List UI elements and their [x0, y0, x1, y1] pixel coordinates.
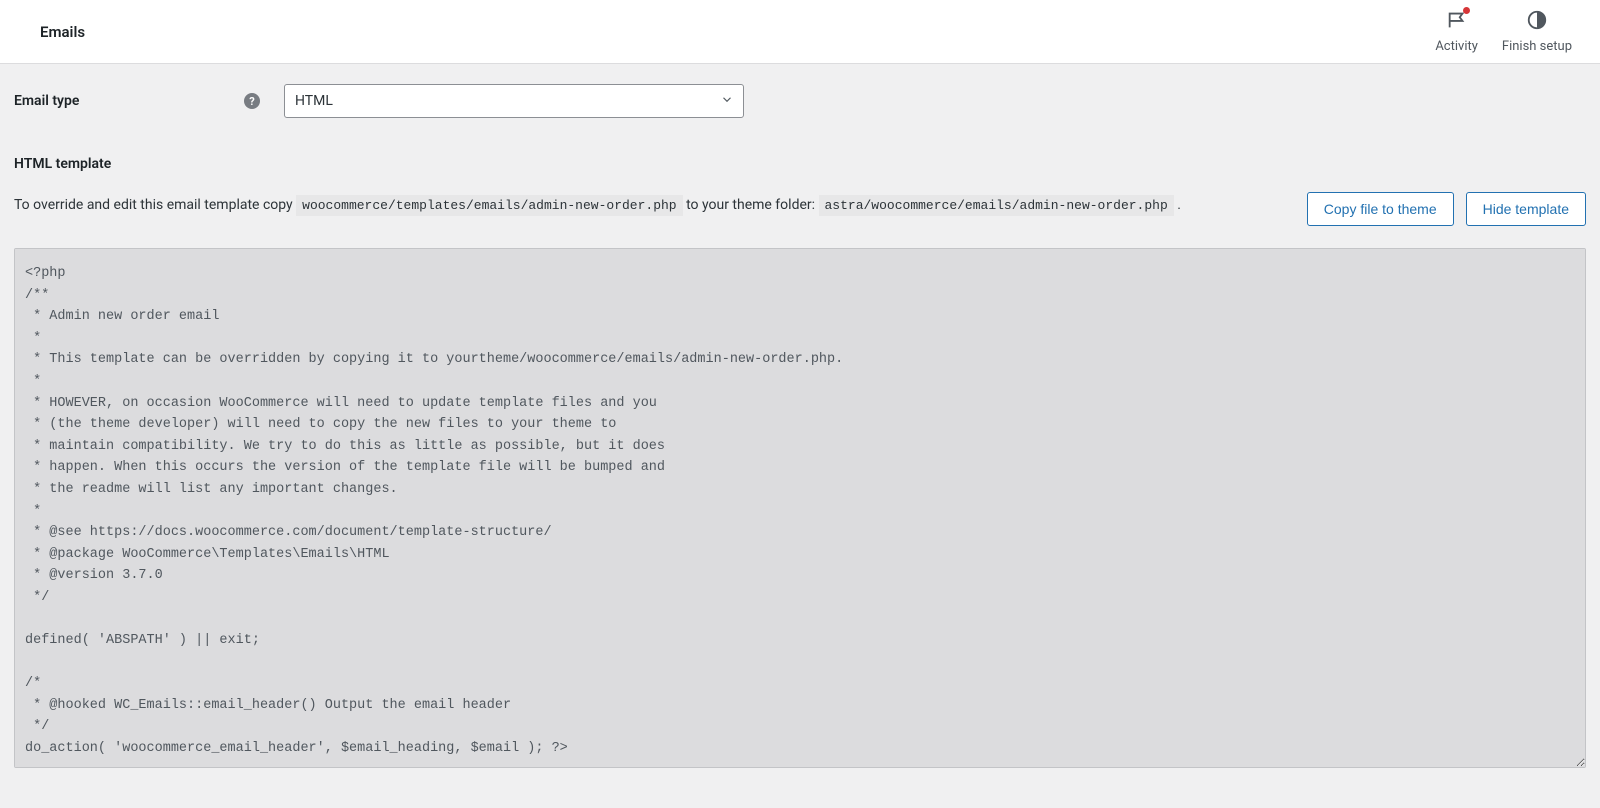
template-code-textarea[interactable] [14, 248, 1586, 768]
hide-template-button[interactable]: Hide template [1466, 192, 1586, 226]
template-buttons: Copy file to theme Hide template [1307, 192, 1586, 226]
finish-setup-label: Finish setup [1502, 39, 1572, 54]
progress-circle-icon [1526, 9, 1548, 35]
html-template-heading: HTML template [14, 156, 1586, 172]
override-text-suffix: . [1174, 197, 1181, 213]
template-controls-row: To override and edit this email template… [14, 192, 1586, 226]
page-title: Emails [40, 23, 85, 41]
topbar-actions: Activity Finish setup [1435, 9, 1572, 54]
override-instructions: To override and edit this email template… [14, 192, 1287, 219]
activity-label: Activity [1435, 39, 1478, 54]
email-type-select-value: HTML [284, 84, 744, 118]
email-type-row: Email type ? HTML [14, 64, 1586, 142]
email-type-select[interactable]: HTML [284, 84, 744, 118]
activity-icon [1446, 9, 1468, 35]
email-type-label: Email type [14, 93, 79, 109]
activity-button[interactable]: Activity [1435, 9, 1478, 54]
top-bar: Emails Activity Finish setup [0, 0, 1600, 64]
override-source-path: woocommerce/templates/emails/admin-new-o… [296, 195, 682, 216]
help-icon[interactable]: ? [244, 93, 260, 109]
template-code-area [14, 248, 1586, 768]
notification-dot-icon [1463, 7, 1470, 14]
copy-file-to-theme-button[interactable]: Copy file to theme [1307, 192, 1454, 226]
finish-setup-button[interactable]: Finish setup [1502, 9, 1572, 54]
override-text-mid: to your theme folder: [683, 197, 819, 213]
content-area: Email type ? HTML HTML template To overr… [0, 64, 1600, 782]
email-type-label-wrap: Email type ? [14, 93, 266, 109]
override-text-prefix: To override and edit this email template… [14, 197, 296, 213]
override-dest-path: astra/woocommerce/emails/admin-new-order… [819, 195, 1174, 216]
